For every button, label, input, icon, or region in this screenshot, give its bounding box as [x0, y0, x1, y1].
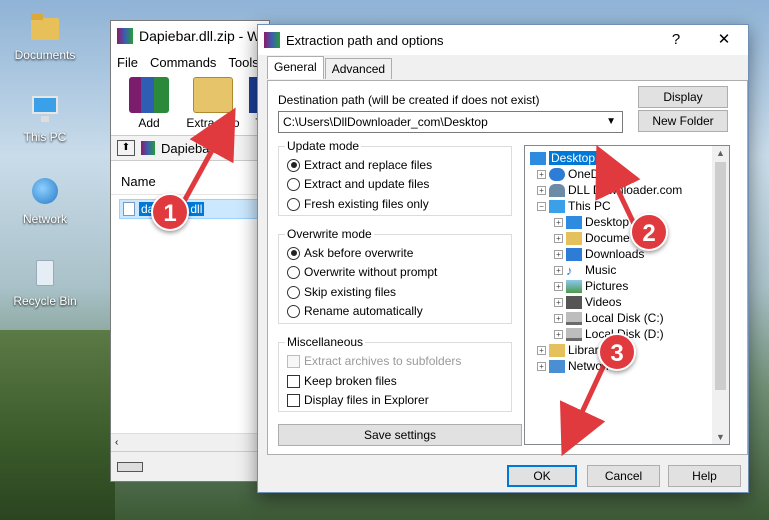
step-marker-1: 1 [151, 193, 189, 231]
arrow-2 [595, 144, 641, 230]
step-marker-3: 3 [598, 333, 636, 371]
annotation-arrows [179, 107, 641, 457]
arrow-1 [179, 107, 236, 207]
step-marker-2: 2 [630, 213, 668, 251]
